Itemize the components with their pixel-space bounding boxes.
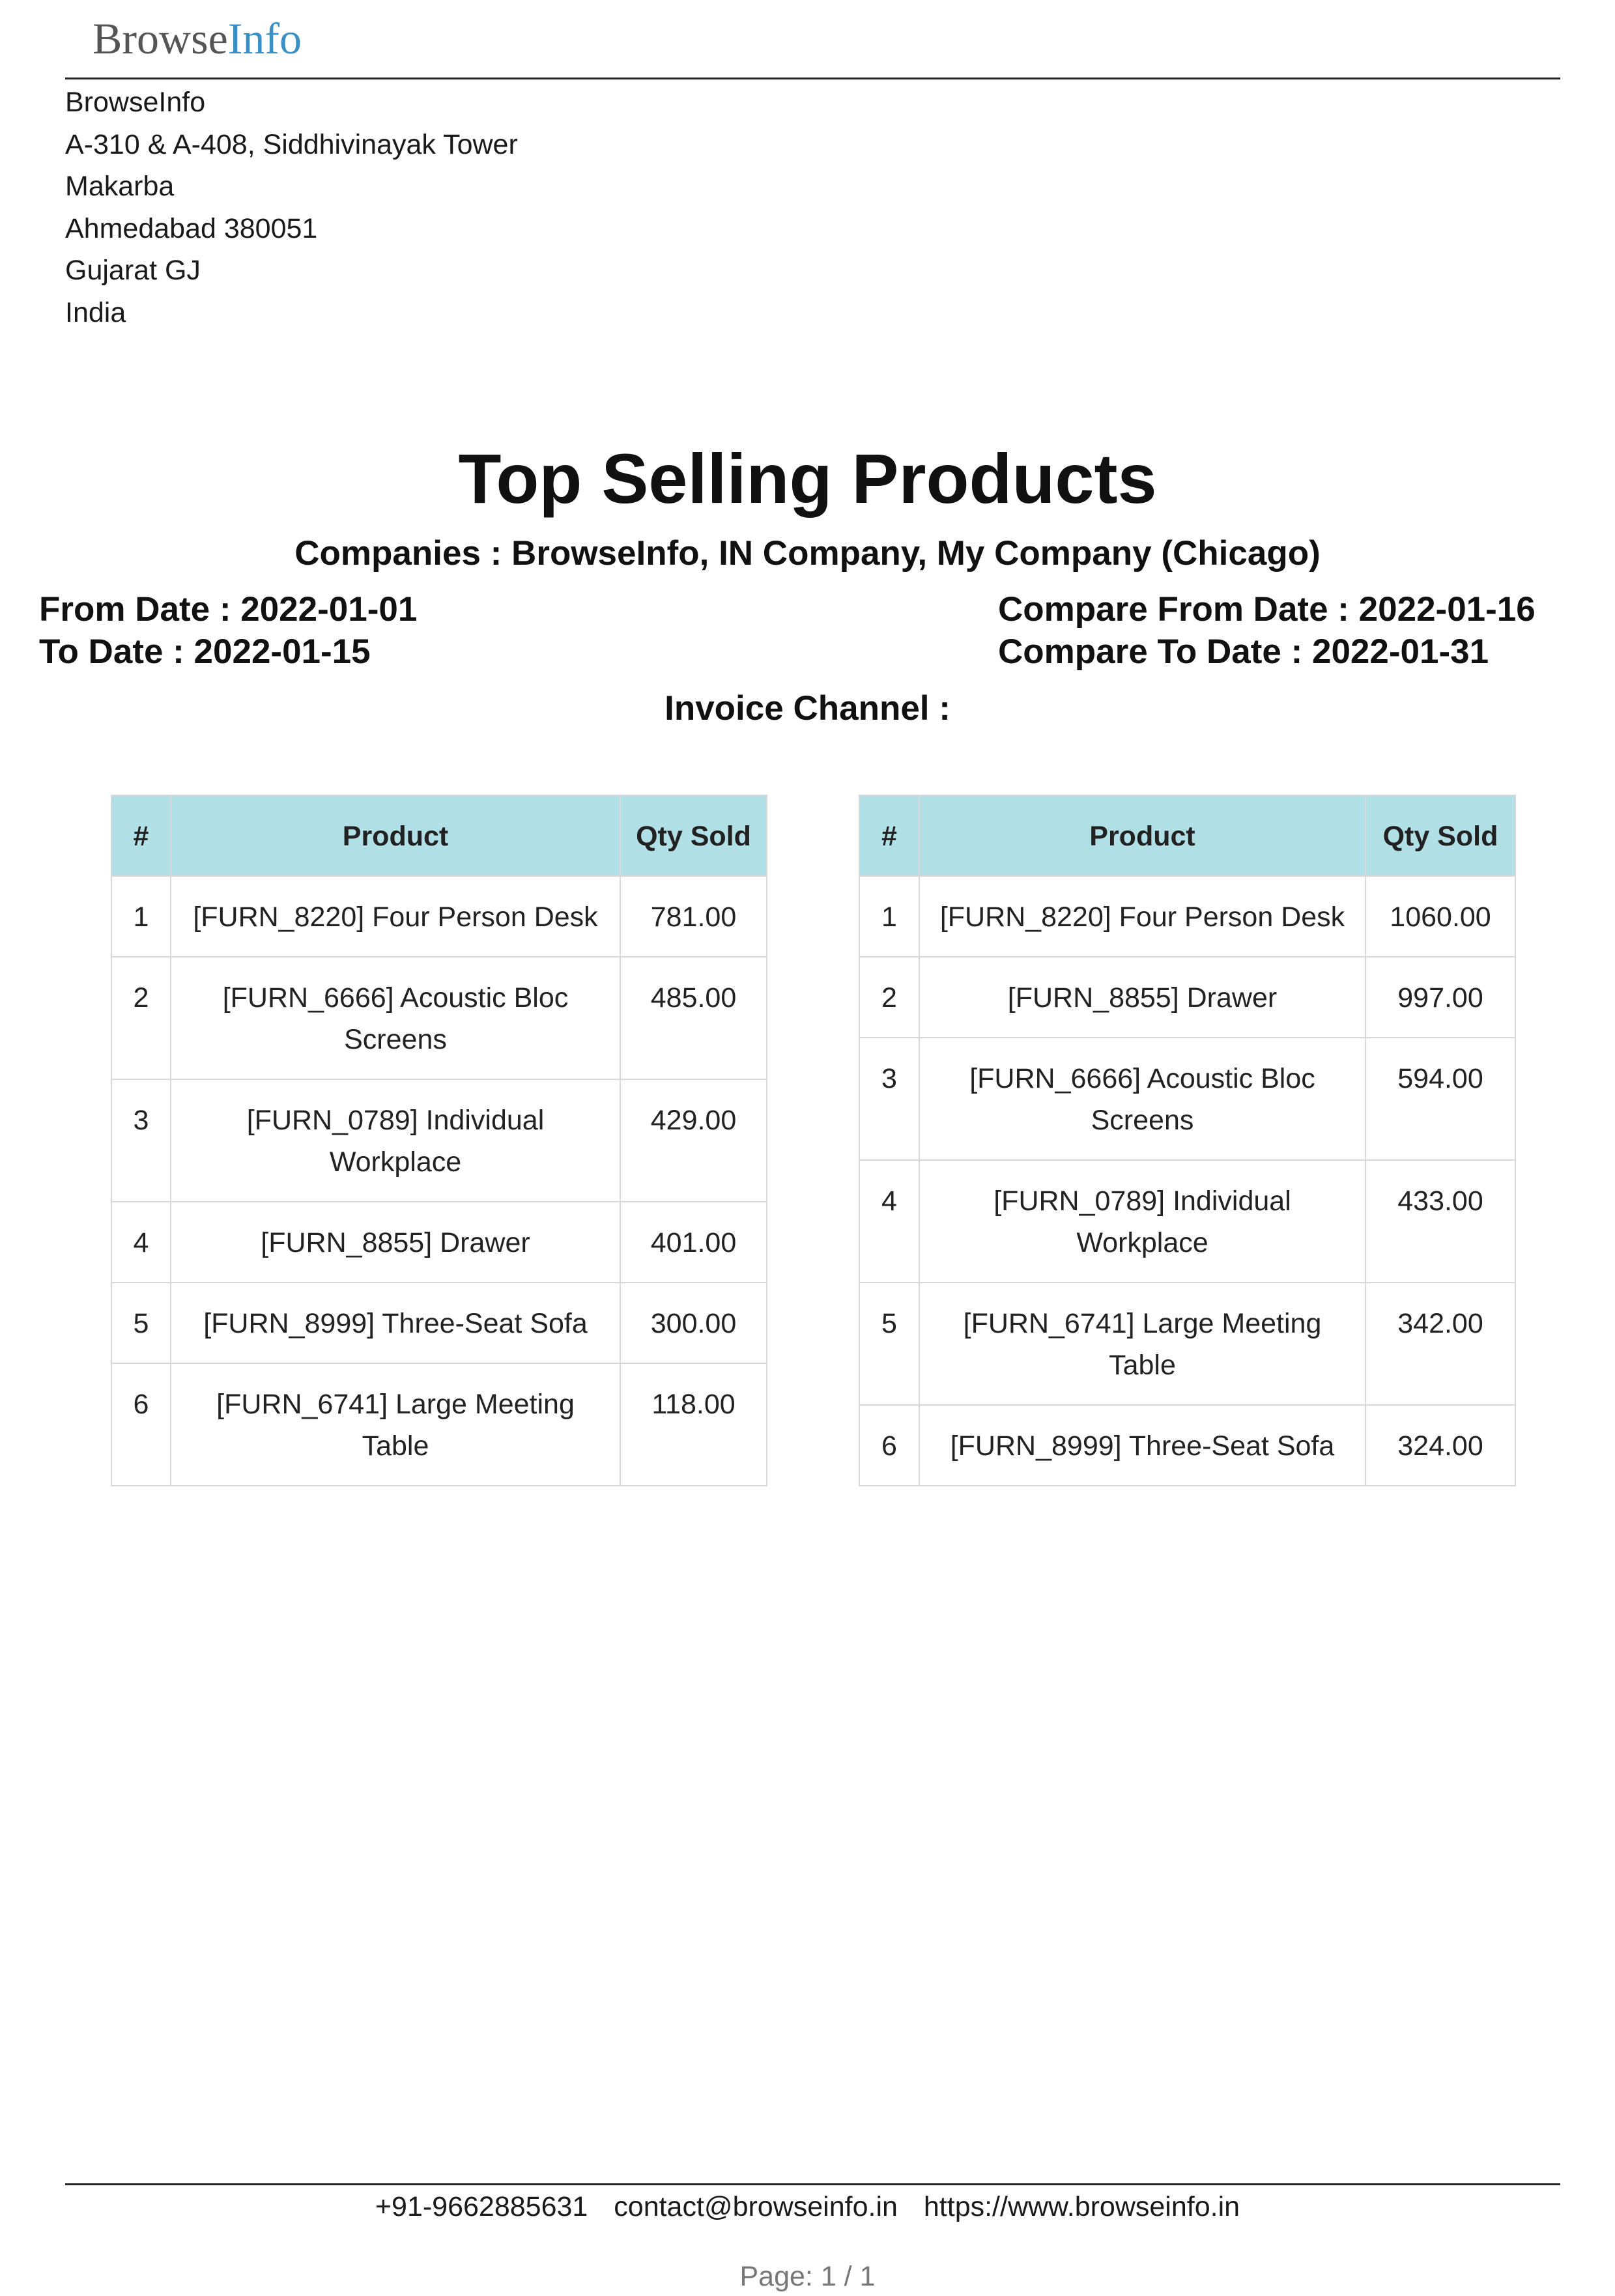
- row-index: 4: [111, 1201, 171, 1283]
- table-row: 4 [FURN_0789] Individual Workplace 433.0…: [859, 1159, 1516, 1283]
- row-qty: 324.00: [1365, 1404, 1516, 1486]
- footer-phone: +91-9662885631: [375, 2191, 588, 2222]
- row-qty: 118.00: [620, 1363, 767, 1486]
- row-product: [FURN_8999] Three-Seat Sofa: [170, 1282, 621, 1364]
- row-index: 4: [859, 1159, 920, 1283]
- table-row: 3 [FURN_6666] Acoustic Bloc Screens 594.…: [859, 1037, 1516, 1161]
- table-row: 4 [FURN_8855] Drawer 401.00: [111, 1201, 767, 1283]
- logo-text-browse: Browse: [93, 14, 228, 63]
- table-row: 3 [FURN_0789] Individual Workplace 429.0…: [111, 1079, 767, 1202]
- row-product: [FURN_6741] Large Meeting Table: [170, 1363, 621, 1486]
- row-index: 6: [859, 1404, 920, 1486]
- footer-divider: [65, 2183, 1560, 2185]
- footer-contact: +91-9662885631 contact@browseinfo.in htt…: [0, 2187, 1615, 2226]
- row-qty: 594.00: [1365, 1037, 1516, 1161]
- row-qty: 342.00: [1365, 1282, 1516, 1406]
- row-index: 3: [111, 1079, 171, 1202]
- from-date: From Date : 2022-01-01: [39, 590, 418, 629]
- logo-text-info: Info: [227, 14, 302, 63]
- to-date: To Date : 2022-01-15: [39, 632, 371, 671]
- row-qty: 433.00: [1365, 1159, 1516, 1283]
- row-product: [FURN_0789] Individual Workplace: [919, 1159, 1366, 1283]
- address-line-city: Ahmedabad 380051: [65, 212, 318, 244]
- row-qty: 997.00: [1365, 956, 1516, 1038]
- row-index: 2: [859, 956, 920, 1038]
- table-row: 5 [FURN_6741] Large Meeting Table 342.00: [859, 1282, 1516, 1406]
- table-row: 2 [FURN_6666] Acoustic Bloc Screens 485.…: [111, 956, 767, 1080]
- row-qty: 300.00: [620, 1282, 767, 1364]
- row-product: [FURN_8855] Drawer: [170, 1201, 621, 1283]
- table-row: 6 [FURN_8999] Three-Seat Sofa 324.00: [859, 1404, 1516, 1486]
- row-product: [FURN_0789] Individual Workplace: [170, 1079, 621, 1202]
- row-product: [FURN_8999] Three-Seat Sofa: [919, 1404, 1366, 1486]
- column-header-qty: Qty Sold: [1365, 795, 1516, 877]
- column-header-index: #: [111, 795, 171, 877]
- table-header-row: # Product Qty Sold: [859, 795, 1516, 877]
- column-header-index: #: [859, 795, 920, 877]
- row-product: [FURN_8220] Four Person Desk: [170, 875, 621, 957]
- row-index: 5: [859, 1282, 920, 1406]
- footer-website: https://www.browseinfo.in: [923, 2191, 1240, 2222]
- table-row: 1 [FURN_8220] Four Person Desk 1060.00: [859, 875, 1516, 957]
- row-product: [FURN_6666] Acoustic Bloc Screens: [919, 1037, 1366, 1161]
- companies-line: Companies : BrowseInfo, IN Company, My C…: [294, 534, 1321, 573]
- row-qty: 401.00: [620, 1201, 767, 1283]
- address-line-area: Makarba: [65, 171, 175, 202]
- address-line-street: A-310 & A-408, Siddhivinayak Tower: [65, 128, 518, 160]
- address-line-name: BrowseInfo: [65, 87, 206, 118]
- compare-period-products-table: # Product Qty Sold 1 [FURN_8220] Four Pe…: [859, 795, 1516, 1486]
- table-row: 1 [FURN_8220] Four Person Desk 781.00: [111, 875, 767, 957]
- row-qty: 1060.00: [1365, 875, 1516, 957]
- column-header-product: Product: [919, 795, 1366, 877]
- row-product: [FURN_8220] Four Person Desk: [919, 875, 1366, 957]
- row-index: 1: [859, 875, 920, 957]
- table-row: 2 [FURN_8855] Drawer 997.00: [859, 956, 1516, 1038]
- address-line-state: Gujarat GJ: [65, 255, 201, 286]
- footer-email: contact@browseinfo.in: [614, 2191, 898, 2222]
- address-line-country: India: [65, 296, 126, 328]
- invoice-channel: Invoice Channel :: [665, 689, 950, 728]
- period-products-table: # Product Qty Sold 1 [FURN_8220] Four Pe…: [111, 795, 767, 1486]
- compare-date-range: Compare From Date : 2022-01-16 Compare T…: [998, 588, 1536, 673]
- company-address: BrowseInfo A-310 & A-408, Siddhivinayak …: [65, 81, 518, 333]
- row-product: [FURN_8855] Drawer: [919, 956, 1366, 1038]
- date-range: From Date : 2022-01-01 To Date : 2022-01…: [39, 588, 417, 673]
- column-header-product: Product: [170, 795, 621, 877]
- row-index: 2: [111, 956, 171, 1080]
- row-index: 6: [111, 1363, 171, 1486]
- compare-from-date: Compare From Date : 2022-01-16: [998, 590, 1536, 629]
- row-qty: 429.00: [620, 1079, 767, 1202]
- column-header-qty: Qty Sold: [620, 795, 767, 877]
- row-index: 1: [111, 875, 171, 957]
- table-row: 5 [FURN_8999] Three-Seat Sofa 300.00: [111, 1282, 767, 1364]
- row-index: 3: [859, 1037, 920, 1161]
- row-qty: 485.00: [620, 956, 767, 1080]
- header-divider: [65, 78, 1560, 79]
- page-number: Page: 1 / 1: [739, 2261, 876, 2292]
- row-product: [FURN_6666] Acoustic Bloc Screens: [170, 956, 621, 1080]
- row-index: 5: [111, 1282, 171, 1364]
- table-header-row: # Product Qty Sold: [111, 795, 767, 877]
- report-title: Top Selling Products: [458, 439, 1157, 518]
- company-logo: BrowseInfo: [93, 9, 302, 68]
- table-row: 6 [FURN_6741] Large Meeting Table 118.00: [111, 1363, 767, 1486]
- row-product: [FURN_6741] Large Meeting Table: [919, 1282, 1366, 1406]
- row-qty: 781.00: [620, 875, 767, 957]
- compare-to-date: Compare To Date : 2022-01-31: [998, 632, 1489, 671]
